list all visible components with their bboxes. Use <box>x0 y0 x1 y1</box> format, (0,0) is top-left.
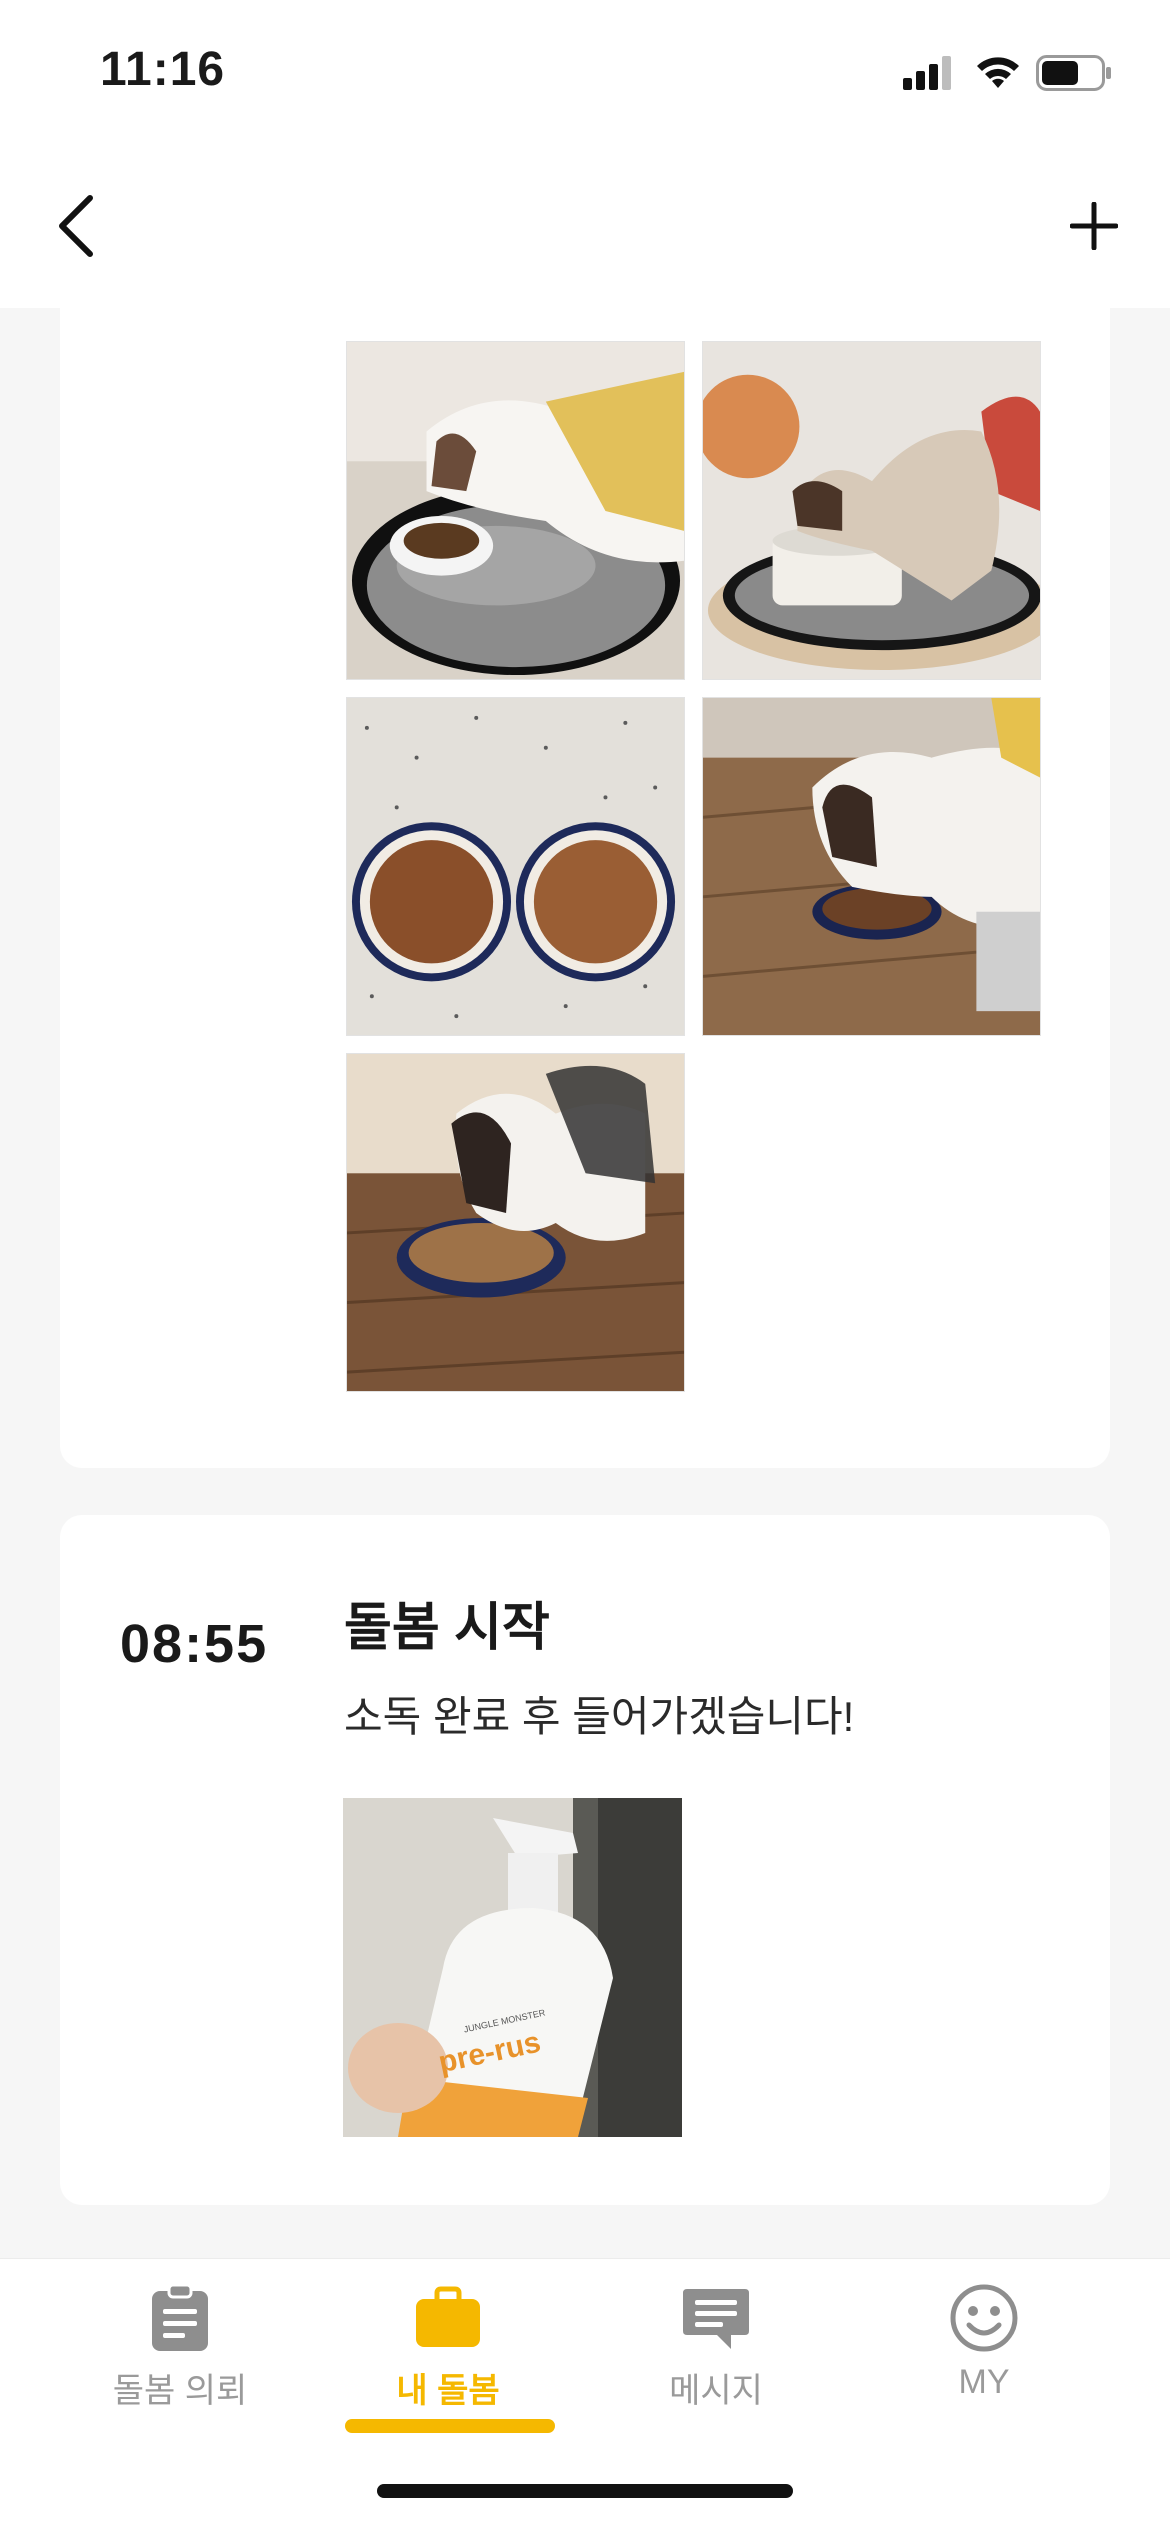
add-button[interactable] <box>1054 186 1134 266</box>
wifi-icon <box>977 57 1019 88</box>
active-tab-indicator <box>345 2419 555 2433</box>
food-bowls-photo[interactable] <box>346 697 685 1036</box>
care-log-feed[interactable]: 08:55 돌봄 시작 소독 완료 후 들어가겠습니다! pre-rus JUN… <box>0 308 1170 2258</box>
entry-time: 08:55 <box>120 1614 269 1674</box>
chevron-left-icon <box>59 195 93 257</box>
cat-eating-photo[interactable] <box>346 1053 685 1392</box>
nav-bar <box>0 150 1170 308</box>
smiley-icon <box>950 2284 1018 2352</box>
home-indicator[interactable] <box>377 2484 793 2498</box>
care-log-card <box>60 308 1110 1468</box>
care-log-card: 08:55 돌봄 시작 소독 완료 후 들어가겠습니다! pre-rus JUN… <box>60 1515 1110 2205</box>
tab-my[interactable]: MY <box>884 2283 1084 2433</box>
clipboard-icon <box>152 2283 208 2351</box>
tab-label: 내 돌봄 <box>396 2372 500 2410</box>
tab-label: MY <box>958 2363 1010 2401</box>
disinfectant-spray-photo[interactable]: pre-rus JUNGLE MONSTER <box>343 1798 682 2137</box>
tab-messages[interactable]: 메시지 <box>616 2283 816 2433</box>
battery-icon <box>1036 55 1111 91</box>
cat-eating-photo[interactable] <box>702 341 1041 680</box>
tab-care-request[interactable]: 돌봄 의뢰 <box>80 2283 280 2433</box>
status-bar: 11:16 <box>0 0 1170 150</box>
entry-title: 돌봄 시작 <box>344 1599 550 1657</box>
back-button[interactable] <box>36 186 116 266</box>
tab-my-care[interactable]: 내 돌봄 <box>348 2283 548 2433</box>
briefcase-icon <box>416 2286 480 2347</box>
tab-label: 돌봄 의뢰 <box>112 2372 248 2410</box>
plus-icon <box>1070 202 1118 250</box>
entry-message: 소독 완료 후 들어가겠습니다! <box>344 1693 855 1740</box>
status-time: 11:16 <box>100 43 226 96</box>
cat-eating-photo[interactable] <box>702 697 1041 1036</box>
cat-eating-photo[interactable] <box>346 341 685 680</box>
tab-label: 메시지 <box>669 2372 763 2410</box>
signal-icon <box>903 56 951 90</box>
message-icon <box>683 2289 749 2349</box>
